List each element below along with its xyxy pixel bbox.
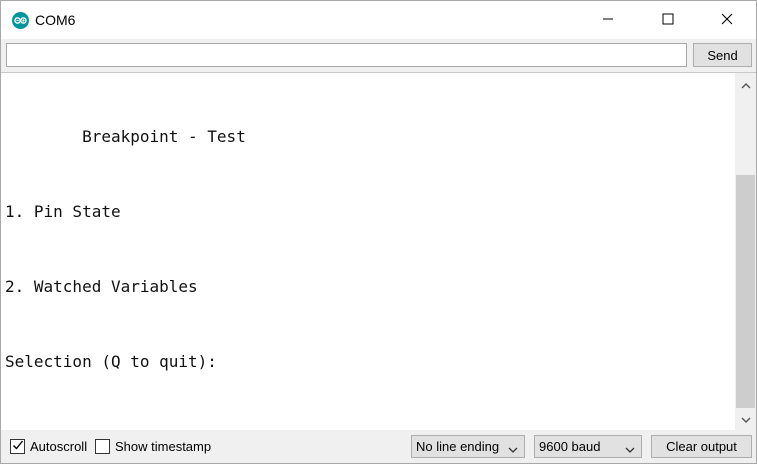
baud-rate-select[interactable]: 9600 baud [534, 435, 642, 458]
scroll-down-button[interactable] [735, 409, 756, 429]
window-title: COM6 [35, 12, 76, 28]
serial-input[interactable] [6, 43, 687, 67]
checkmark-icon [12, 439, 24, 454]
show-timestamp-label[interactable]: Show timestamp [115, 439, 211, 454]
minimize-icon [602, 13, 614, 28]
chevron-up-icon [741, 77, 751, 92]
title-bar: COM6 [1, 1, 756, 39]
output-line: Breakpoint - Test [5, 127, 246, 146]
baud-rate-value: 9600 baud [539, 439, 601, 454]
chevron-down-icon [508, 442, 518, 457]
close-icon [721, 13, 733, 28]
arduino-icon [12, 12, 29, 29]
maximize-button[interactable] [645, 1, 691, 39]
vertical-scrollbar[interactable] [735, 73, 756, 430]
minimize-button[interactable] [585, 1, 631, 39]
scroll-up-button[interactable] [735, 74, 756, 94]
autoscroll-checkbox[interactable] [10, 439, 25, 454]
close-button[interactable] [704, 1, 750, 39]
maximize-icon [662, 13, 674, 28]
chevron-down-icon [741, 412, 751, 427]
output-line: 1. Pin State [5, 202, 121, 221]
chevron-down-icon [625, 442, 635, 457]
clear-output-button[interactable]: Clear output [651, 435, 752, 458]
output-line: 2. Watched Variables [5, 277, 198, 296]
status-bar: Autoscroll Show timestamp No line ending… [1, 430, 756, 463]
line-ending-value: No line ending [416, 439, 500, 454]
output-text: Breakpoint - Test 1. Pin State 2. Watche… [5, 74, 246, 424]
line-ending-select[interactable]: No line ending [411, 435, 525, 458]
autoscroll-label[interactable]: Autoscroll [30, 439, 87, 454]
serial-monitor-window: COM6 Send Breakpoint - Test 1. Pin State… [0, 0, 757, 464]
show-timestamp-checkbox[interactable] [95, 439, 110, 454]
output-line: Selection (Q to quit): [5, 352, 217, 371]
send-button[interactable]: Send [693, 43, 752, 67]
scroll-thumb[interactable] [736, 175, 755, 408]
serial-output[interactable]: Breakpoint - Test 1. Pin State 2. Watche… [1, 72, 756, 430]
send-row: Send [1, 39, 756, 72]
